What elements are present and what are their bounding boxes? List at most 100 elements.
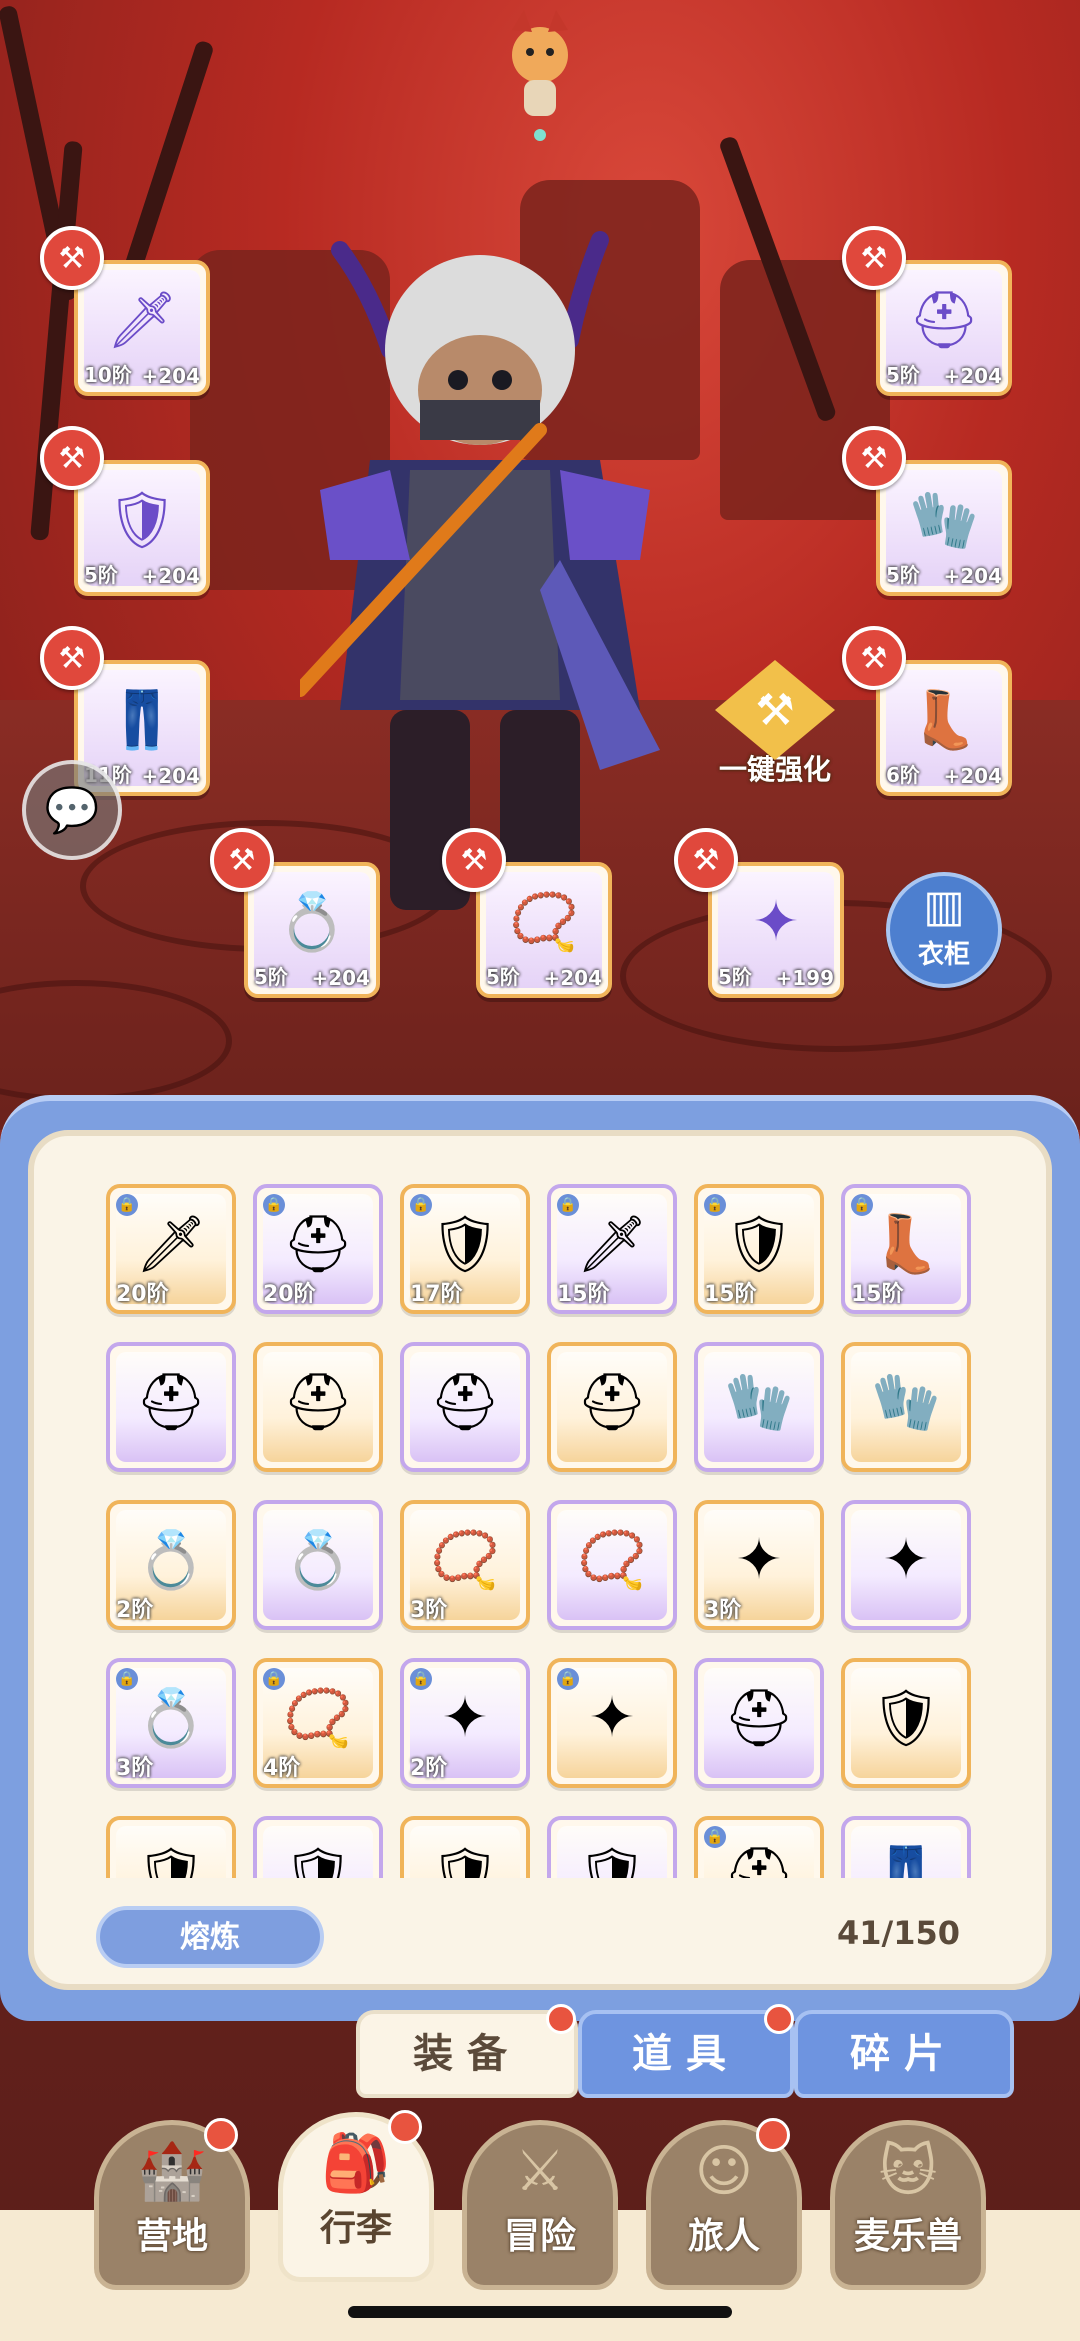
boots-icon: 👢	[909, 688, 979, 754]
tier-label: 4阶	[263, 1756, 301, 1781]
bonus-label: +204	[141, 564, 200, 588]
inventory-slot[interactable]: 💍	[253, 1500, 383, 1630]
charm-icon: ✦	[588, 1685, 636, 1751]
helmet-icon: ⛑	[282, 1212, 354, 1278]
enhance-hammer-icon[interactable]: ⚒	[674, 828, 738, 892]
inventory-slot[interactable]: 🛡	[841, 1658, 971, 1788]
inventory-slot[interactable]: 🛡 🔒 15阶	[694, 1184, 824, 1314]
inventory-row: 💍 2阶 💍 📿 3阶 📿 ✦ 3阶 ✦	[70, 1500, 1010, 1630]
gloves-icon: 🧤	[909, 488, 979, 554]
helmet-icon: ⛑	[723, 1686, 795, 1752]
inventory-slot[interactable]: 🧤	[841, 1342, 971, 1472]
inventory-slot[interactable]: 🛡	[253, 1816, 383, 1878]
bonus-label: +204	[141, 364, 200, 388]
inventory-slot[interactable]: 🧤	[694, 1342, 824, 1472]
armor-icon: 🛡	[282, 1844, 354, 1878]
inventory-slot[interactable]: 🛡	[400, 1816, 530, 1878]
inventory-slot[interactable]: 🗡 🔒 15阶	[547, 1184, 677, 1314]
tier-label: 5阶	[718, 965, 752, 989]
tier-label: 20阶	[116, 1282, 169, 1307]
enhance-hammer-icon[interactable]: ⚒	[842, 626, 906, 690]
inventory-slot[interactable]: 🛡	[106, 1816, 236, 1878]
enhance-hammer-icon[interactable]: ⚒	[442, 828, 506, 892]
tier-label: 17阶	[410, 1282, 463, 1307]
tier-label: 3阶	[704, 1598, 742, 1623]
armor-icon: 🛡	[723, 1212, 795, 1278]
charm-icon: ✦	[735, 1527, 783, 1593]
enhance-hammer-icon[interactable]: ⚒	[40, 226, 104, 290]
enhance-hammer-icon[interactable]: ⚒	[842, 226, 906, 290]
charm-icon: ✦	[882, 1527, 930, 1593]
lock-icon: 🔒	[704, 1826, 726, 1848]
helmet-icon: ⛑	[908, 288, 980, 354]
lock-icon: 🔒	[410, 1668, 432, 1690]
tier-label: 3阶	[410, 1598, 448, 1623]
tier-label: 3阶	[116, 1756, 154, 1781]
inventory-slot[interactable]: ✦ 🔒 2阶	[400, 1658, 530, 1788]
nav-adventure[interactable]: ⚔ 冒险	[462, 2120, 618, 2290]
nav-label: 旅人	[687, 2216, 760, 2257]
inventory-slot[interactable]: ⛑ 🔒	[694, 1816, 824, 1878]
bonus-label: +204	[311, 966, 370, 990]
helmet-icon: ⛑	[723, 1844, 795, 1878]
ring-icon: 💍	[136, 1686, 206, 1752]
tier-label: 15阶	[851, 1282, 904, 1307]
inventory-slot[interactable]: ⛑	[253, 1342, 383, 1472]
enhance-hammer-icon[interactable]: ⚒	[40, 626, 104, 690]
smelt-button[interactable]: 熔炼	[96, 1906, 324, 1968]
inventory-slot[interactable]: ✦ 3阶	[694, 1500, 824, 1630]
lock-icon: 🔒	[557, 1668, 579, 1690]
inventory-slot[interactable]: 📿 3阶	[400, 1500, 530, 1630]
inventory-slot[interactable]: 🛡 🔒 17阶	[400, 1184, 530, 1314]
necklace-icon: 📿	[283, 1686, 353, 1752]
inventory-slot[interactable]: 👢 🔒 15阶	[841, 1184, 971, 1314]
ring-icon: 💍	[277, 890, 347, 956]
tab-equipment[interactable]: 装备	[356, 2010, 578, 2098]
notification-dot	[388, 2110, 422, 2144]
inventory-slot[interactable]: 🛡	[547, 1816, 677, 1878]
wardrobe-button[interactable]: ▥ 衣柜	[886, 872, 1002, 988]
tier-label: 2阶	[410, 1756, 448, 1781]
enhance-hammer-icon[interactable]: ⚒	[40, 426, 104, 490]
necklace-icon: 📿	[430, 1528, 500, 1594]
wrench-icon: ⚒	[715, 660, 835, 760]
wardrobe-label: 衣柜	[917, 940, 970, 970]
tier-label: 6阶	[886, 763, 920, 787]
nav-label: 营地	[135, 2216, 208, 2257]
chat-bubble-icon[interactable]: 💬	[22, 760, 122, 860]
inventory-slot[interactable]: ⛑	[400, 1342, 530, 1472]
inventory-row: 🗡 🔒 20阶 ⛑ 🔒 20阶 🛡 🔒 17阶 🗡 🔒 15阶 🛡 🔒 15阶 👢 🔒 15阶	[70, 1184, 1010, 1314]
enhance-hammer-icon[interactable]: ⚒	[210, 828, 274, 892]
nav-pets[interactable]: 🐱 麦乐兽	[830, 2120, 986, 2290]
inventory-slot[interactable]: 💍 🔒 3阶	[106, 1658, 236, 1788]
inventory-slot[interactable]: ✦	[841, 1500, 971, 1630]
lock-icon: 🔒	[263, 1668, 285, 1690]
tab-fragments[interactable]: 碎片	[794, 2010, 1014, 2098]
tier-label: 5阶	[886, 563, 920, 587]
inventory-row: ⛑ ⛑ ⛑ ⛑ 🧤 🧤	[70, 1342, 1010, 1472]
inventory-slot[interactable]: 📿	[547, 1500, 677, 1630]
necklace-icon: 📿	[577, 1528, 647, 1594]
inventory-capacity: 41/150	[836, 1914, 960, 1952]
inventory-slot[interactable]: 📿 🔒 4阶	[253, 1658, 383, 1788]
bonus-label: +204	[141, 764, 200, 788]
one-key-enhance-button[interactable]: ⚒ 一键强化	[700, 660, 850, 800]
gloves-icon: 🧤	[724, 1370, 794, 1436]
inventory-slot[interactable]: ⛑	[547, 1342, 677, 1472]
inventory-slot[interactable]: 🗡 🔒 20阶	[106, 1184, 236, 1314]
inventory-slot[interactable]: 💍 2阶	[106, 1500, 236, 1630]
hero-character[interactable]	[300, 230, 720, 950]
inventory-slot[interactable]: ⛑	[694, 1658, 824, 1788]
inventory-slot[interactable]: ⛑	[106, 1342, 236, 1472]
armor-icon: 🛡	[106, 488, 178, 554]
tier-label: 10阶	[84, 363, 132, 387]
enhance-hammer-icon[interactable]: ⚒	[842, 426, 906, 490]
inventory-grid[interactable]: 🗡 🔒 20阶 ⛑ 🔒 20阶 🛡 🔒 17阶 🗡 🔒 15阶 🛡 🔒 15阶 👢 🔒 15阶 ⛑ ⛑ ⛑ ⛑ 🧤 🧤 💍 2阶 💍…	[70, 1184, 1010, 1878]
inventory-slot[interactable]: ⛑ 🔒 20阶	[253, 1184, 383, 1314]
inventory-slot[interactable]: ✦ 🔒	[547, 1658, 677, 1788]
inventory-slot[interactable]: 👖	[841, 1816, 971, 1878]
necklace-icon: 📿	[509, 890, 579, 956]
tab-items[interactable]: 道具	[578, 2010, 794, 2098]
gloves-icon: 🧤	[871, 1370, 941, 1436]
notification-dot	[764, 2004, 794, 2034]
